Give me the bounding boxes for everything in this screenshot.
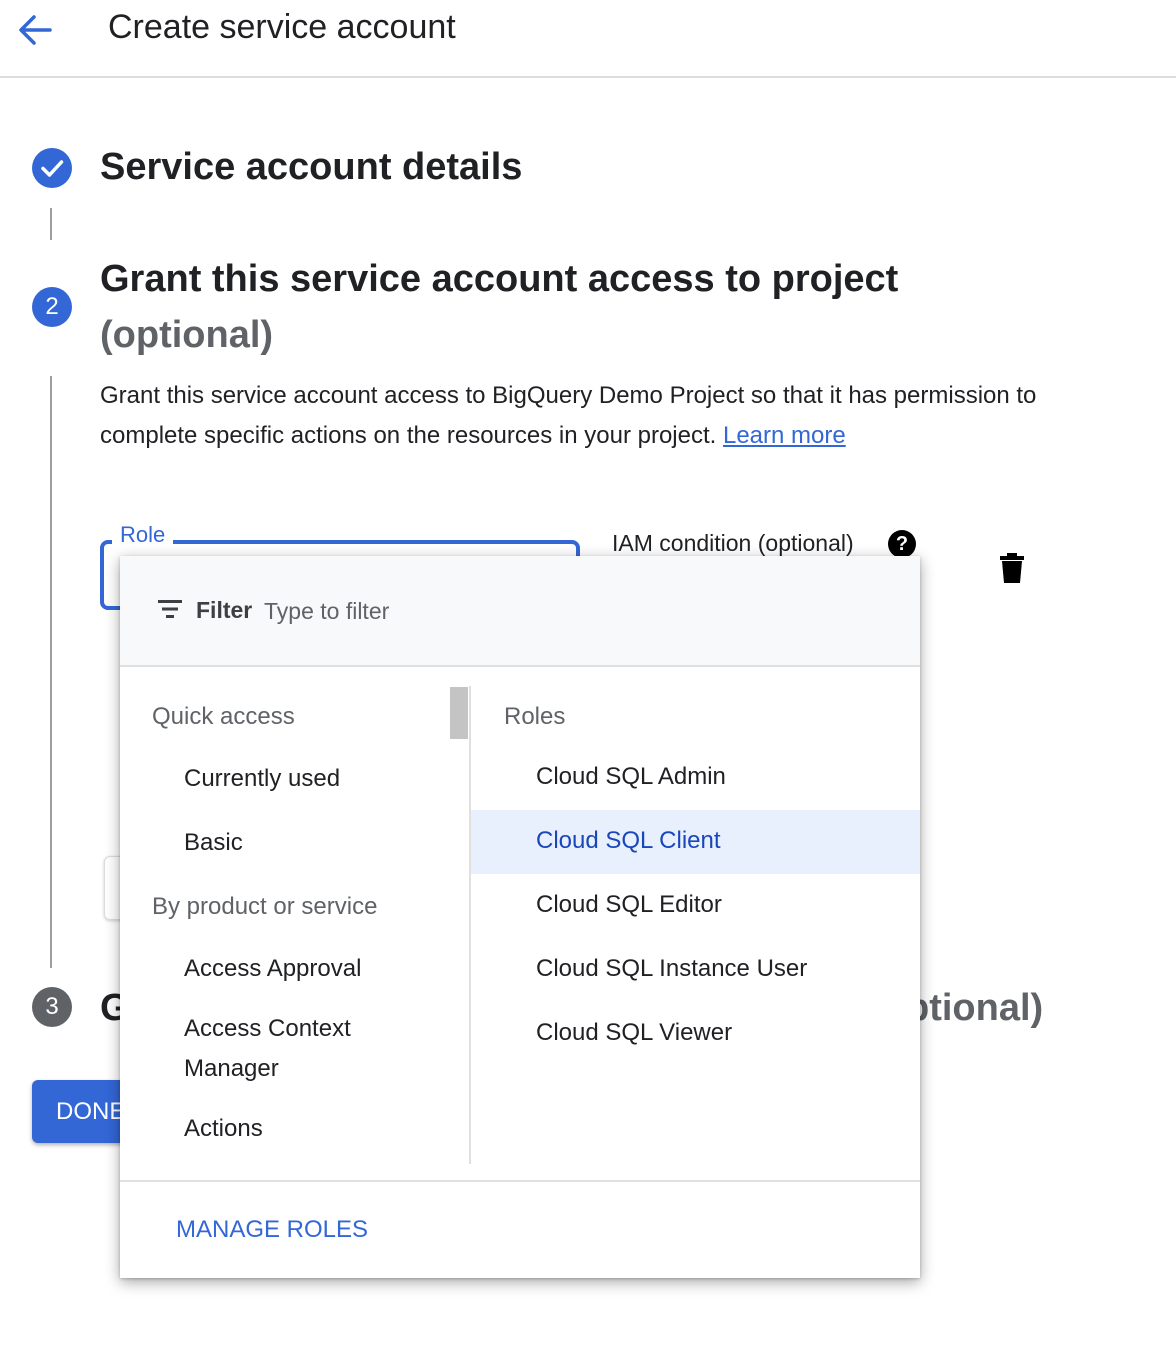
step-connector (50, 208, 52, 240)
category-item[interactable]: Basic (184, 829, 243, 857)
step-2-indicator: 2 (32, 287, 72, 327)
role-option[interactable]: Cloud SQL Viewer (471, 1002, 920, 1066)
roles-list: Roles Cloud SQL Admin Cloud SQL Client C… (471, 667, 920, 1165)
page-title: Create service account (108, 8, 456, 46)
step-connector (50, 376, 52, 968)
menu-footer: MANAGE ROLES (120, 1180, 920, 1278)
category-item[interactable]: Actions (184, 1115, 263, 1143)
check-icon (41, 160, 64, 177)
role-dropdown-menu: Filter Quick access Currently used Basic… (120, 556, 920, 1278)
category-item[interactable]: Access Approval (184, 955, 361, 983)
category-item[interactable]: Currently used (184, 765, 340, 793)
step-3-indicator: 3 (32, 987, 72, 1027)
role-option-label: Cloud SQL Editor (536, 891, 722, 918)
role-field-label: Role (112, 522, 174, 548)
step-1-title[interactable]: Service account details (100, 146, 522, 189)
category-list: Quick access Currently used Basic By pro… (120, 667, 470, 1165)
delete-role-button[interactable] (998, 552, 1026, 584)
step-3-optional-label: ptional) (906, 987, 1044, 1029)
arrow-back-icon (19, 15, 52, 45)
roles-header: Roles (504, 703, 566, 730)
by-product-header: By product or service (152, 893, 378, 920)
learn-more-link[interactable]: Learn more (723, 422, 846, 449)
role-option-label: Cloud SQL Client (536, 827, 721, 854)
quick-access-header: Quick access (152, 703, 295, 730)
role-option-label: Cloud SQL Admin (536, 763, 726, 790)
step-1-indicator (32, 148, 72, 188)
help-icon[interactable]: ? (888, 530, 916, 558)
filter-input[interactable] (262, 592, 766, 630)
step-2-description: Grant this service account access to Big… (100, 376, 1040, 456)
back-button[interactable] (14, 10, 58, 50)
description-text: Grant this service account access to Big… (100, 382, 1037, 449)
step-2-optional-label: (optional) (100, 314, 274, 356)
role-option[interactable]: Cloud SQL Instance User (471, 938, 920, 1002)
role-option-label: Cloud SQL Instance User (536, 955, 808, 982)
menu-filter-bar: Filter (120, 556, 920, 667)
role-option-label: Cloud SQL Viewer (536, 1019, 733, 1046)
role-option[interactable]: Cloud SQL Editor (471, 874, 920, 938)
trash-icon (1000, 553, 1024, 583)
page-header: Create service account (0, 0, 1176, 78)
category-scrollbar[interactable] (450, 687, 468, 739)
step-2-title: Grant this service account access to pro… (100, 258, 899, 300)
iam-condition-label: IAM condition (optional) (612, 530, 854, 556)
filter-label: Filter (196, 597, 253, 623)
filter-list-icon (158, 600, 182, 618)
category-item[interactable]: Access Context Manager (184, 1009, 424, 1089)
manage-roles-button[interactable]: MANAGE ROLES (176, 1216, 368, 1244)
role-option-selected[interactable]: Cloud SQL Client (471, 810, 920, 874)
role-option[interactable]: Cloud SQL Admin (471, 746, 920, 810)
